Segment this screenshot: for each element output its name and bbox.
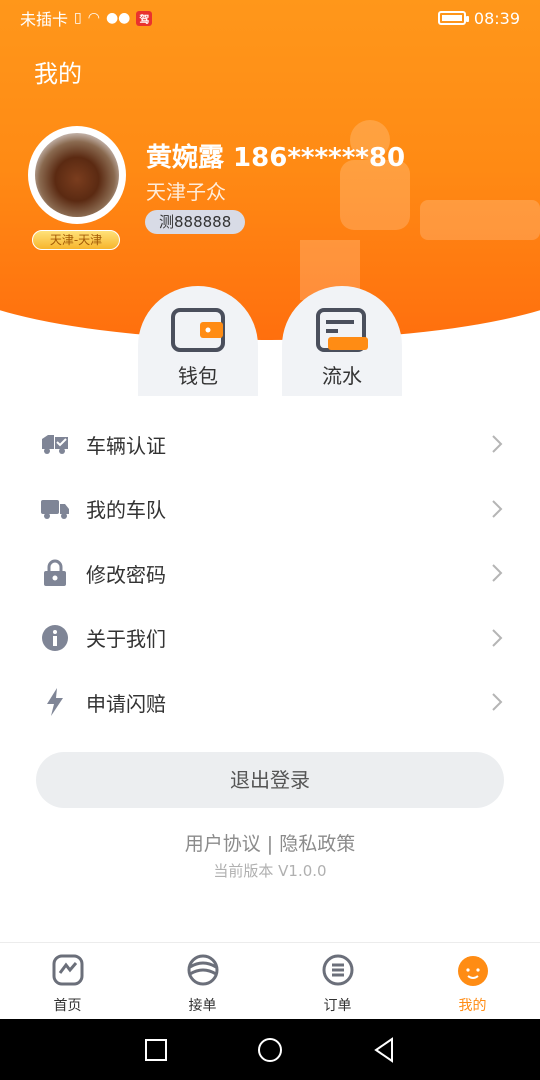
tab-accept-orders[interactable]: 接单 <box>135 943 270 1019</box>
info-icon <box>40 623 70 653</box>
back-icon[interactable] <box>372 1036 396 1063</box>
wallet-icon <box>171 308 225 352</box>
agreement-links[interactable]: 用户协议 | 隐私政策 <box>0 829 540 856</box>
lock-icon <box>40 558 70 588</box>
menu-item-label: 车辆认证 <box>86 433 166 458</box>
tab-label: 接单 <box>188 998 217 1014</box>
chevron-right-icon <box>492 629 503 647</box>
menu-item-label: 修改密码 <box>86 562 166 587</box>
truck-icon <box>40 494 70 524</box>
flow-button[interactable]: 流水 <box>282 286 402 396</box>
city-badge: 天津-天津 <box>32 230 120 250</box>
tab-label: 订单 <box>323 998 352 1014</box>
avatar-image <box>35 133 119 217</box>
version-text: 当前版本 V1.0.0 <box>213 862 327 880</box>
truck-check-icon <box>40 429 70 459</box>
tab-orders[interactable]: 订单 <box>270 943 405 1019</box>
ledger-icon <box>316 308 368 352</box>
home-button-icon[interactable] <box>257 1037 283 1063</box>
menu-item-about-us[interactable]: 关于我们 <box>0 606 540 671</box>
tab-label: 首页 <box>53 998 82 1014</box>
carrier-text: 未插卡 <box>20 10 69 29</box>
system-nav-bar <box>0 1019 540 1080</box>
menu-item-label: 关于我们 <box>86 627 166 652</box>
chevron-right-icon <box>492 500 503 518</box>
sim-icon: ▯ <box>74 10 82 26</box>
wifi-icon: ◠ <box>87 10 100 26</box>
menu-item-change-password[interactable]: 修改密码 <box>0 541 540 606</box>
company-name: 天津子众 <box>146 180 226 204</box>
tab-home[interactable]: 首页 <box>0 943 135 1019</box>
app-notification-icon: 驾 <box>136 10 153 26</box>
flow-label: 流水 <box>322 364 362 388</box>
avatar[interactable] <box>28 126 126 224</box>
settings-menu: 车辆认证 我的车队 修改密码 关于我们 申请闪赔 <box>0 412 540 735</box>
menu-item-label: 申请闪赔 <box>86 691 166 716</box>
tab-mine[interactable]: 我的 <box>405 943 540 1019</box>
menu-item-vehicle-auth[interactable]: 车辆认证 <box>0 412 540 477</box>
recent-apps-icon[interactable] <box>144 1038 168 1062</box>
plate-badge: 测888888 <box>145 210 246 234</box>
user-name: 黄婉露 186******80 <box>146 143 406 173</box>
chevron-right-icon <box>492 693 503 711</box>
bottom-tab-bar: 首页 接单 订单 我的 <box>0 942 540 1019</box>
home-icon <box>52 954 83 986</box>
lightning-icon <box>40 687 70 717</box>
wechat-icon: ●● <box>105 10 131 26</box>
tab-label: 我的 <box>458 998 487 1014</box>
menu-item-label: 我的车队 <box>86 498 166 523</box>
status-bar: 未插卡 ▯ ◠ ●● 驾 08:39 <box>0 0 540 36</box>
wallet-label: 钱包 <box>178 364 218 388</box>
wallet-button[interactable]: 钱包 <box>138 286 258 396</box>
menu-item-quick-claim[interactable]: 申请闪赔 <box>0 670 540 735</box>
chevron-right-icon <box>492 435 503 453</box>
list-icon <box>322 954 353 986</box>
logout-button[interactable]: 退出登录 <box>36 752 504 808</box>
chevron-right-icon <box>492 564 503 582</box>
clock: 08:39 <box>473 8 520 28</box>
battery-icon <box>437 11 469 25</box>
profile-icon <box>457 956 488 986</box>
orders-wave-icon <box>187 954 218 986</box>
page-title: 我的 <box>34 60 82 88</box>
menu-item-my-fleet[interactable]: 我的车队 <box>0 477 540 542</box>
profile-header: 未插卡 ▯ ◠ ●● 驾 08:39 我的 天津-天津 黄婉露 186*****… <box>0 0 540 400</box>
